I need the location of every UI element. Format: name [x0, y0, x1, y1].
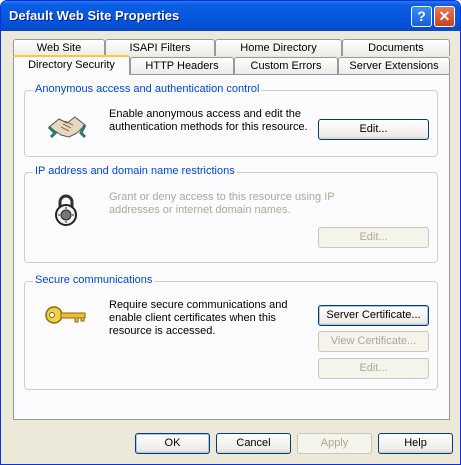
anonymous-access-text: Enable anonymous access and edit the aut… [109, 108, 308, 133]
title-help-button[interactable]: ? [411, 6, 432, 27]
secure-edit-label: Edit... [359, 362, 388, 374]
ok-button[interactable]: OK [135, 433, 210, 454]
anonymous-edit-label: Edit... [359, 123, 388, 135]
server-certificate-button[interactable]: Server Certificate... [318, 305, 429, 326]
tab-web-site[interactable]: Web Site [13, 39, 105, 56]
close-button[interactable]: ✕ [434, 6, 455, 27]
cancel-label: Cancel [236, 437, 271, 449]
help-label: Help [404, 437, 427, 449]
view-certificate-label: View Certificate... [330, 335, 417, 347]
ok-label: OK [164, 437, 181, 449]
tab-directory-security[interactable]: Directory Security [13, 55, 130, 75]
anonymous-access-group: Anonymous access and authentication cont… [24, 83, 438, 157]
tab-custom-errors[interactable]: Custom Errors [234, 57, 338, 74]
secure-communications-group: Secure communications Require secure com… [24, 274, 438, 390]
view-certificate-button[interactable]: View Certificate... [318, 331, 429, 352]
server-certificate-label: Server Certificate... [326, 309, 421, 321]
anonymous-access-legend: Anonymous access and authentication cont… [33, 83, 262, 95]
properties-dialog: Default Web Site Properties ? ✕ Web Site… [0, 0, 461, 465]
tab-home-directory[interactable]: Home Directory [215, 39, 342, 56]
ip-edit-button[interactable]: Edit... [318, 227, 429, 248]
anonymous-edit-button[interactable]: Edit... [318, 119, 429, 140]
help-button[interactable]: Help [378, 433, 453, 454]
ip-edit-label: Edit... [359, 231, 388, 243]
tab-http-headers[interactable]: HTTP Headers [130, 57, 234, 74]
tab-panel: Anonymous access and authentication cont… [13, 74, 450, 420]
ip-restrictions-text: Grant or deny access to this resource us… [109, 191, 335, 216]
padlock-icon [55, 194, 77, 226]
window-title: Default Web Site Properties [9, 8, 180, 23]
secure-communications-text: Require secure communications and enable… [109, 299, 288, 337]
apply-button[interactable]: Apply [297, 433, 372, 454]
cancel-button[interactable]: Cancel [216, 433, 291, 454]
tab-server-extensions[interactable]: Server Extensions [338, 57, 450, 74]
key-icon [45, 306, 86, 324]
ip-restrictions-group: IP address and domain name restrictions … [24, 165, 438, 263]
tab-documents[interactable]: Documents [342, 39, 450, 56]
title-bar[interactable]: Default Web Site Properties ? ✕ [1, 1, 460, 31]
secure-edit-button[interactable]: Edit... [318, 358, 429, 379]
ip-restrictions-legend: IP address and domain name restrictions [33, 165, 237, 177]
tab-isapi-filters[interactable]: ISAPI Filters [105, 39, 215, 56]
apply-label: Apply [320, 437, 349, 449]
secure-communications-legend: Secure communications [33, 274, 155, 286]
handshake-icon [47, 116, 87, 139]
